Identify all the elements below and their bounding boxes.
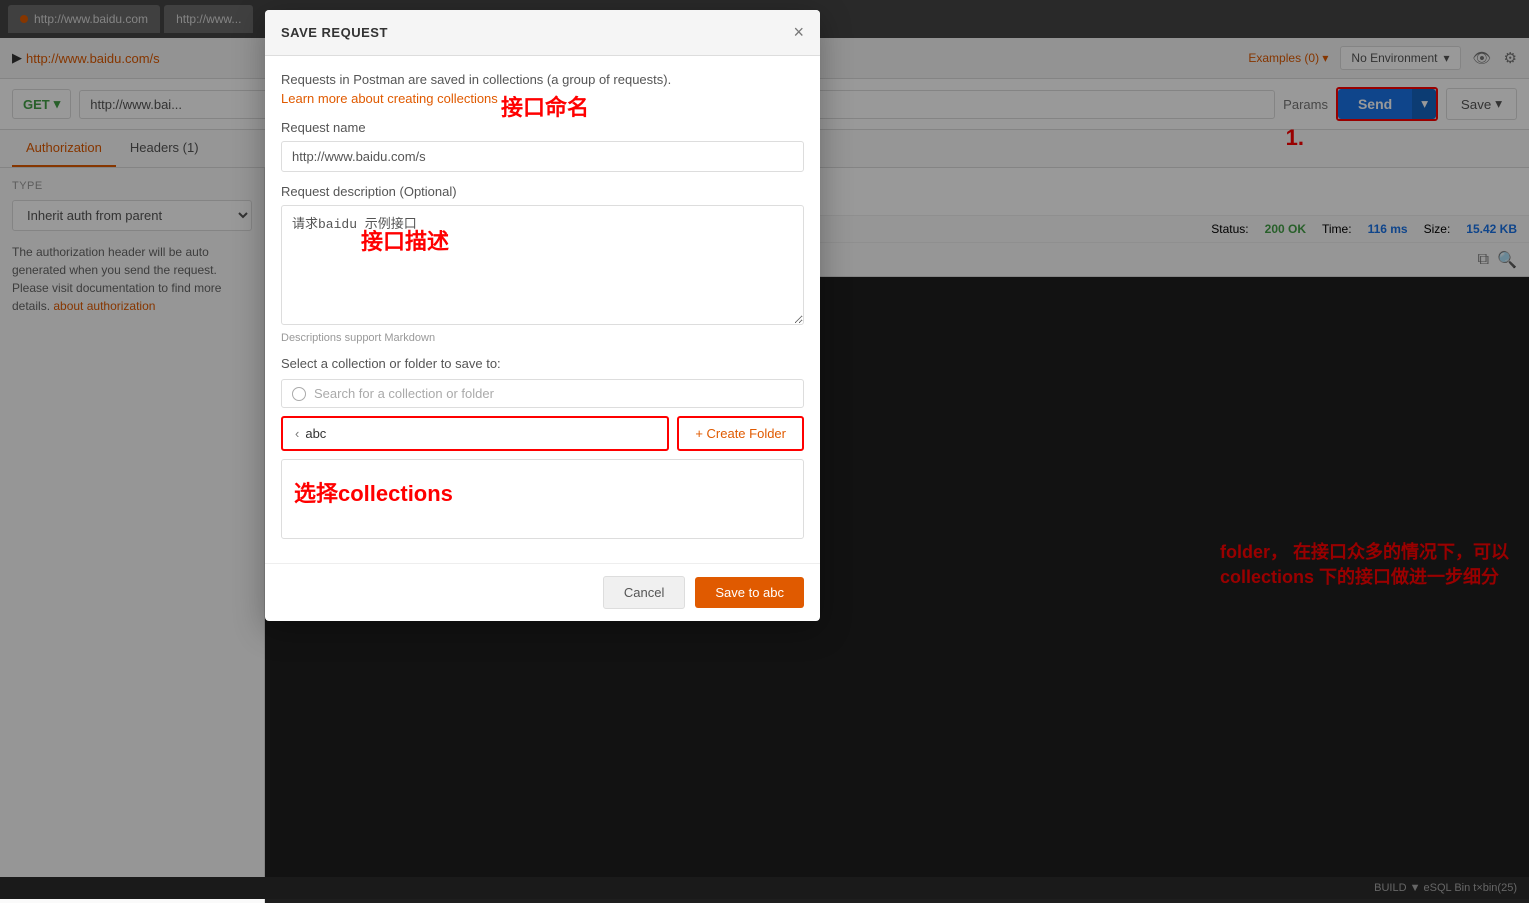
folder-name-text: abc [305, 426, 326, 441]
save-to-button[interactable]: Save to abc [695, 577, 804, 608]
request-desc-label: Request description (Optional) [281, 184, 804, 199]
collection-search-row[interactable]: Search for a collection or folder [281, 379, 804, 408]
modal-footer: Cancel Save to abc [265, 563, 820, 621]
folder-selected-item[interactable]: ‹ abc [281, 416, 669, 451]
request-desc-textarea[interactable]: 请求baidu 示例接口 [281, 205, 804, 325]
modal-body: Requests in Postman are saved in collect… [265, 56, 820, 563]
collections-area: 选择collections [281, 459, 804, 539]
request-desc-section: Request description (Optional) 请求baidu 示… [281, 184, 804, 344]
create-folder-button[interactable]: + Create Folder [677, 416, 804, 451]
folder-row: ‹ abc + Create Folder [281, 416, 804, 451]
select-collection-label: Select a collection or folder to save to… [281, 356, 804, 371]
request-name-label: Request name [281, 120, 804, 135]
search-circle-icon [292, 387, 306, 401]
select-collections-annotation: 选择collections [290, 468, 795, 516]
modal-intro-text: Requests in Postman are saved in collect… [281, 72, 804, 87]
folder-chevron-icon: ‹ [295, 426, 299, 441]
modal-header: SAVE REQUEST × [265, 10, 820, 56]
save-request-modal: SAVE REQUEST × Requests in Postman are s… [265, 10, 820, 621]
modal-overlay: SAVE REQUEST × Requests in Postman are s… [0, 0, 1529, 899]
request-name-input[interactable] [281, 141, 804, 172]
cancel-button[interactable]: Cancel [603, 576, 685, 609]
modal-title: SAVE REQUEST [281, 25, 388, 40]
markdown-hint: Descriptions support Markdown [281, 332, 804, 344]
modal-learn-link[interactable]: Learn more about creating collections [281, 91, 804, 106]
modal-close-button[interactable]: × [793, 22, 804, 43]
search-placeholder-text: Search for a collection or folder [314, 386, 494, 401]
request-name-section: Request name 接口命名 [281, 120, 804, 184]
